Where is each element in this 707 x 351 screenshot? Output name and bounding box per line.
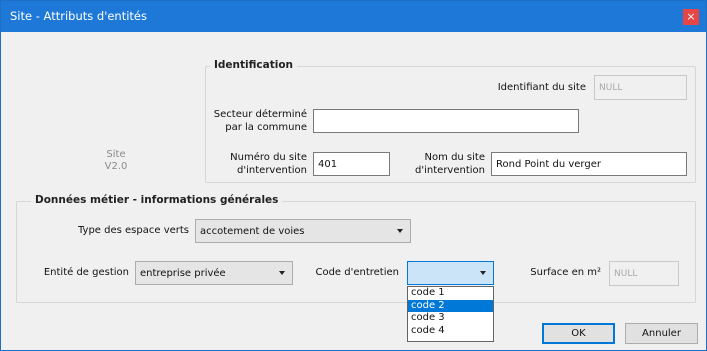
numero-label-line2: d'intervention	[237, 165, 307, 176]
surface-field[interactable]: NULL	[609, 261, 679, 286]
numero-label-line1: Numéro du site	[230, 152, 307, 163]
side-info-version: V2.0	[104, 161, 128, 172]
entite-gestion-label: Entité de gestion	[43, 267, 129, 278]
title-bar[interactable]: Site - Attributs d'entités ×	[1, 1, 706, 32]
cancel-button[interactable]: Annuler	[625, 323, 698, 344]
numero-field[interactable]: 401	[313, 152, 390, 176]
nom-label-line2: d'intervention	[415, 165, 485, 176]
dropdown-option-code-2[interactable]: code 2	[408, 299, 493, 312]
type-espace-label: Type des espace verts	[77, 225, 189, 236]
surface-label: Surface en m²	[530, 267, 601, 278]
donnees-group: Données métier - informations générales	[16, 194, 696, 303]
entite-gestion-select[interactable]: entreprise privée	[135, 261, 293, 285]
code-entretien-dropdown: code 1 code 2 code 3 code 4	[407, 286, 494, 342]
secteur-label-line1: Secteur déterminé	[213, 109, 307, 120]
donnees-group-title: Données métier - informations générales	[31, 194, 283, 206]
identifiant-label: Identifiant du site	[497, 82, 586, 93]
type-espace-value: accotement de voies	[200, 225, 305, 237]
dropdown-option-code-4[interactable]: code 4	[408, 325, 493, 338]
code-entretien-select[interactable]	[407, 261, 494, 285]
attribute-form-window: Site - Attributs d'entités × Site V2.0 I…	[0, 0, 707, 351]
close-button[interactable]: ×	[676, 1, 706, 32]
entite-gestion-value: entreprise privée	[140, 267, 226, 279]
nom-label-line1: Nom du site	[424, 152, 485, 163]
secteur-label-line2: par la commune	[225, 122, 307, 133]
chevron-down-icon	[397, 229, 403, 233]
dropdown-option-code-1[interactable]: code 1	[408, 287, 493, 300]
chevron-down-icon	[279, 271, 285, 275]
window-title: Site - Attributs d'entités	[10, 9, 147, 23]
identifiant-field[interactable]: NULL	[594, 75, 687, 100]
type-espace-select[interactable]: accotement de voies	[195, 219, 411, 243]
ok-button[interactable]: OK	[542, 323, 615, 344]
close-icon: ×	[683, 8, 699, 25]
dropdown-option-code-3[interactable]: code 3	[408, 312, 493, 325]
code-entretien-label: Code d'entretien	[315, 267, 399, 278]
chevron-down-icon	[480, 271, 486, 275]
secteur-field[interactable]	[313, 109, 579, 133]
nom-field[interactable]: Rond Point du verger	[491, 152, 687, 176]
identification-group-title: Identification	[210, 59, 298, 71]
side-info-name: Site	[106, 149, 126, 160]
